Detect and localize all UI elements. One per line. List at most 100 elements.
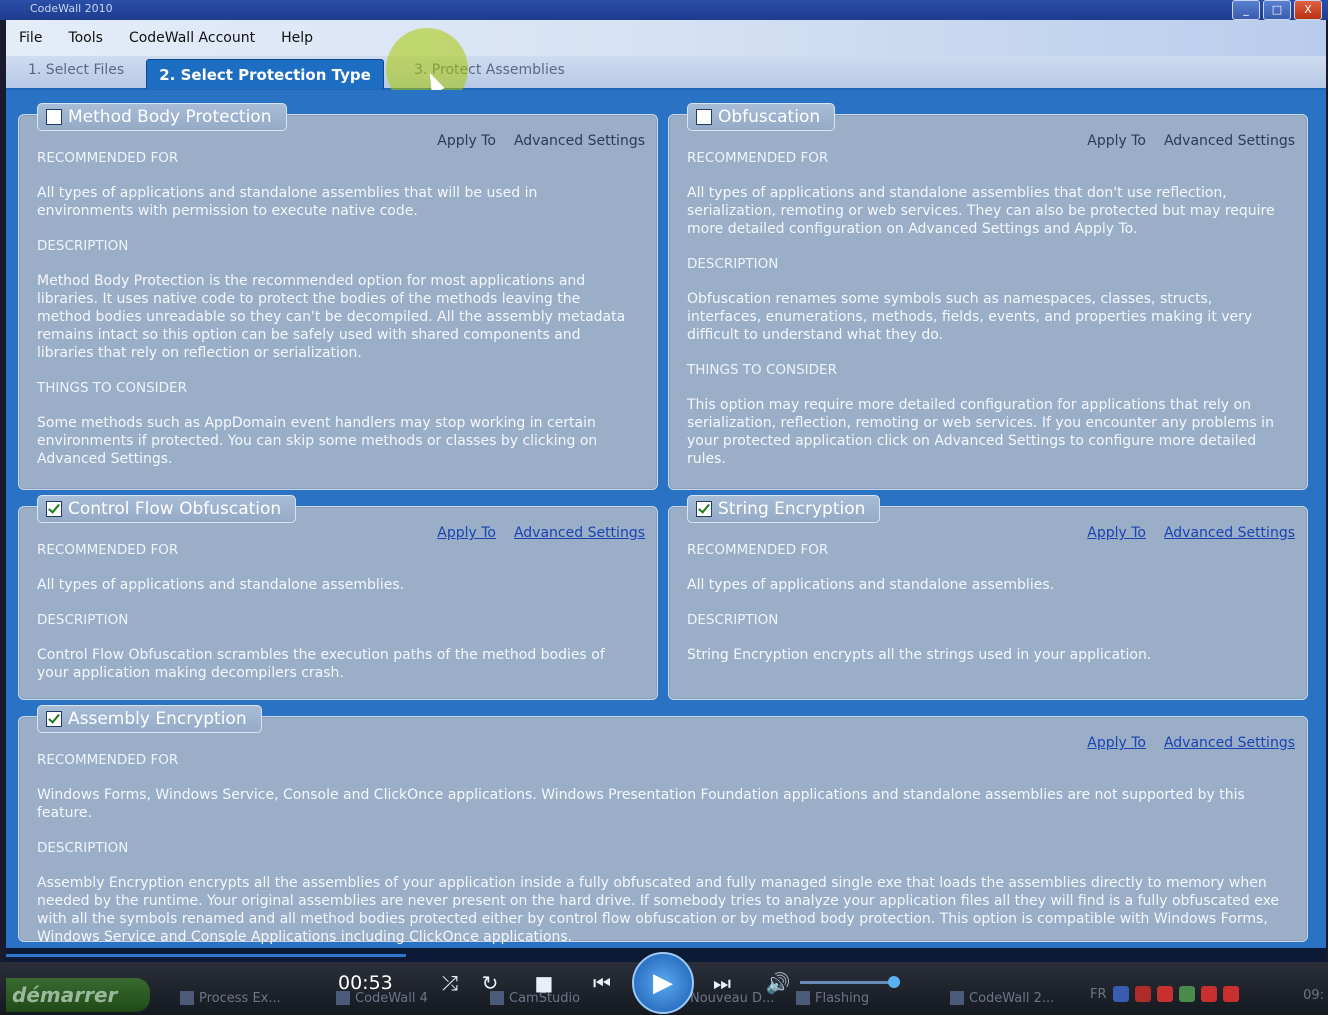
section-text: Some methods such as AppDomain event han… [37, 415, 598, 467]
video-progress-fill [6, 954, 406, 957]
close-button[interactable]: X [1294, 0, 1322, 20]
volume-slider-handle[interactable] [888, 976, 900, 988]
panel-body: RECOMMENDED FOR All types of application… [37, 149, 635, 468]
tab-select-protection-type[interactable]: 2. Select Protection Type [146, 59, 384, 89]
section-heading: RECOMMENDED FOR [37, 542, 179, 558]
app-icon [180, 991, 194, 1005]
advanced-settings-link[interactable]: Advanced Settings [1164, 735, 1295, 751]
panel-string-encryption: String Encryption Apply To Advanced Sett… [668, 495, 1308, 700]
section-text: All types of applications and standalone… [37, 577, 405, 593]
advanced-settings-link[interactable]: Advanced Settings [1164, 133, 1295, 149]
play-button[interactable]: ▶ [632, 952, 694, 1014]
protection-options-area: Method Body Protection Apply To Advanced… [6, 90, 1326, 948]
panel-title: Assembly Encryption [68, 709, 247, 729]
tray-app-icon[interactable] [1134, 986, 1151, 1002]
section-heading: THINGS TO CONSIDER [37, 380, 187, 396]
section-heading: THINGS TO CONSIDER [687, 362, 837, 378]
tray-app-icon[interactable] [1222, 986, 1239, 1002]
panel-control-flow-obfuscation: Control Flow Obfuscation Apply To Advanc… [18, 495, 658, 700]
taskbar-item-label: Process Ex... [199, 990, 281, 1006]
menu-bar: File Tools CodeWall Account Help [6, 20, 1326, 56]
section-text: All types of applications and standalone… [687, 185, 1275, 237]
section-text: String Encryption encrypts all the strin… [687, 647, 1152, 663]
taskbar: démarrer Process Ex... CodeWall 4 CamStu… [0, 952, 1328, 1015]
taskbar-item-label: Flashing [815, 990, 870, 1006]
tab-select-files[interactable]: 1. Select Files [28, 62, 124, 78]
panel-header[interactable]: String Encryption [687, 495, 881, 523]
assembly-encryption-checkbox[interactable] [46, 711, 62, 727]
panel-assembly-encryption: Assembly Encryption Apply To Advanced Se… [18, 705, 1308, 945]
section-heading: RECOMMENDED FOR [687, 150, 829, 166]
apply-to-link[interactable]: Apply To [1087, 525, 1146, 541]
section-heading: DESCRIPTION [37, 612, 129, 628]
wizard-tabs: 1. Select Files 2. Select Protection Typ… [6, 56, 1326, 90]
section-text: Assembly Encryption encrypts all the ass… [37, 875, 1280, 945]
repeat-icon[interactable]: ↻ [480, 968, 500, 998]
maximize-button[interactable]: □ [1263, 0, 1291, 20]
panel-header[interactable]: Method Body Protection [37, 103, 287, 131]
section-text: Method Body Protection is the recommende… [37, 273, 626, 361]
taskbar-item[interactable]: Flashing [796, 986, 869, 1010]
control-flow-obfuscation-checkbox[interactable] [46, 501, 62, 517]
previous-icon[interactable]: ⏮ [584, 968, 620, 998]
panel-method-body-protection: Method Body Protection Apply To Advanced… [18, 103, 658, 490]
tray-app-icon[interactable] [1200, 986, 1217, 1002]
section-heading: DESCRIPTION [687, 256, 779, 272]
next-icon[interactable]: ⏭ [704, 968, 740, 998]
panel-body: RECOMMENDED FOR All types of application… [37, 541, 635, 682]
apply-to-link[interactable]: Apply To [1087, 735, 1146, 751]
language-indicator[interactable]: FR [1090, 987, 1107, 1002]
section-heading: RECOMMENDED FOR [687, 542, 829, 558]
volume-slider[interactable] [800, 981, 900, 984]
panel-title: Control Flow Obfuscation [68, 499, 282, 519]
section-text: Control Flow Obfuscation scrambles the e… [37, 647, 605, 681]
menu-tools[interactable]: Tools [55, 30, 116, 46]
method-body-protection-checkbox[interactable] [46, 109, 62, 125]
obfuscation-checkbox[interactable] [696, 109, 712, 125]
app-icon [950, 991, 964, 1005]
advanced-settings-link[interactable]: Advanced Settings [1164, 525, 1295, 541]
player-time: 00:53 [338, 972, 393, 994]
shuffle-icon[interactable]: ⤮ [440, 968, 460, 998]
section-text: All types of applications and standalone… [37, 185, 538, 219]
menu-help[interactable]: Help [268, 30, 326, 46]
panel-body: RECOMMENDED FOR Windows Forms, Windows S… [37, 751, 1285, 946]
stop-icon[interactable]: ■ [534, 968, 554, 998]
tray-app-icon[interactable] [1156, 986, 1173, 1002]
section-text: Obfuscation renames some symbols such as… [687, 291, 1253, 343]
panel-body: RECOMMENDED FOR All types of application… [687, 541, 1285, 664]
clock: 09: [1303, 988, 1324, 1003]
menu-codewall-account[interactable]: CodeWall Account [116, 30, 268, 46]
section-text: This option may require more detailed co… [687, 397, 1274, 467]
window-titlebar[interactable]: CodeWall 2010 _ □ X [0, 0, 1328, 20]
app-icon [796, 991, 810, 1005]
string-encryption-checkbox[interactable] [696, 501, 712, 517]
advanced-settings-link[interactable]: Advanced Settings [514, 133, 645, 149]
apply-to-link[interactable]: Apply To [437, 133, 496, 149]
section-heading: RECOMMENDED FOR [37, 752, 179, 768]
panel-header[interactable]: Assembly Encryption [37, 705, 262, 733]
minimize-button[interactable]: _ [1232, 0, 1260, 20]
start-button[interactable]: démarrer [6, 978, 150, 1012]
taskbar-item[interactable]: Process Ex... [180, 986, 281, 1010]
panel-title: Method Body Protection [68, 107, 272, 127]
taskbar-item[interactable]: CodeWall 2... [950, 986, 1054, 1010]
panel-body: RECOMMENDED FOR All types of application… [687, 149, 1285, 468]
taskbar-item-label: CodeWall 2... [969, 990, 1055, 1006]
section-heading: DESCRIPTION [37, 238, 129, 254]
volume-icon[interactable]: 🔊 [764, 968, 792, 998]
system-tray: FR [1090, 986, 1239, 1002]
window-title: CodeWall 2010 [30, 2, 113, 15]
panel-title: String Encryption [718, 499, 866, 519]
apply-to-link[interactable]: Apply To [437, 525, 496, 541]
panel-header[interactable]: Control Flow Obfuscation [37, 495, 297, 523]
tray-app-icon[interactable] [1178, 986, 1195, 1002]
advanced-settings-link[interactable]: Advanced Settings [514, 525, 645, 541]
apply-to-link[interactable]: Apply To [1087, 133, 1146, 149]
section-heading: DESCRIPTION [687, 612, 779, 628]
menu-file[interactable]: File [6, 30, 55, 46]
section-text: Windows Forms, Windows Service, Console … [37, 787, 1245, 821]
tray-app-icon[interactable] [1112, 986, 1129, 1002]
panel-header[interactable]: Obfuscation [687, 103, 836, 131]
panel-obfuscation: Obfuscation Apply To Advanced Settings R… [668, 103, 1308, 490]
